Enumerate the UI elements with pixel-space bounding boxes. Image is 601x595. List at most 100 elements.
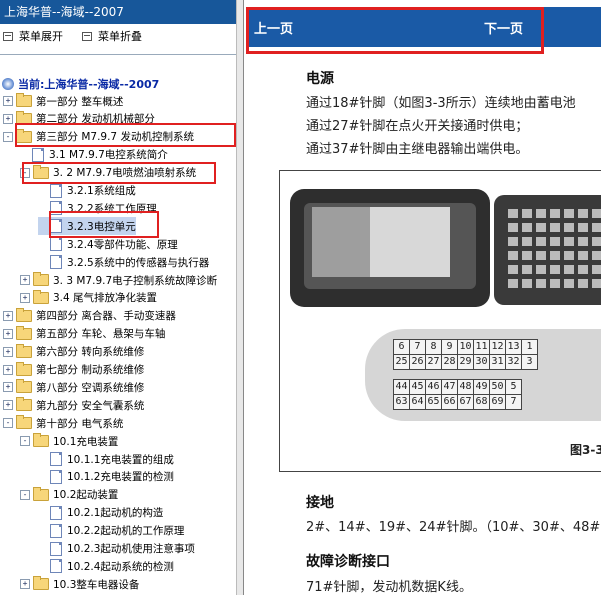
diag-line: 71#针脚，发动机数据K线。	[306, 580, 472, 595]
connector-cell	[592, 251, 601, 260]
tree-node[interactable]: 3.2.5系统中的传感器与执行器	[38, 253, 209, 271]
connector-cell	[564, 223, 574, 232]
connector-cell	[564, 237, 574, 246]
expand-toggle-icon[interactable]: +	[3, 113, 13, 124]
collapse-toggle-icon[interactable]: -	[3, 418, 13, 429]
page-icon	[50, 541, 62, 556]
tree-node[interactable]: + 第八部分 空调系统维修	[3, 378, 144, 396]
pane-splitter[interactable]	[236, 0, 244, 595]
tree-node-label: 3.4 尾气排放净化装置	[53, 292, 158, 305]
tree-node-label: 10.2.1起动机的构造	[67, 507, 164, 520]
connector-cell	[550, 223, 560, 232]
pin-label: 1	[521, 339, 538, 355]
tree-node-label: 10.3整车电器设备	[53, 578, 140, 591]
pin-label: 29	[457, 354, 474, 370]
ground-line: 2#、14#、19#、24#针脚。（10#、30#、48#为	[306, 520, 601, 535]
page-icon	[50, 452, 62, 466]
pin-label: 13	[505, 339, 522, 355]
expand-toggle-icon[interactable]: +	[20, 292, 30, 303]
page-icon	[50, 505, 62, 520]
collapse-toggle-icon[interactable]: -	[20, 436, 30, 447]
connector-cell	[508, 223, 518, 232]
tree-node[interactable]: +3.4 尾气排放净化装置	[20, 289, 157, 307]
pin-label: 6	[393, 339, 410, 355]
tree-node[interactable]: 10.2.3起动机使用注意事项	[38, 540, 195, 558]
tree-node[interactable]: + 第四部分 离合器、手动变速器	[3, 307, 176, 325]
tree-node[interactable]: + 第九部分 安全气囊系统	[3, 396, 144, 414]
tree-node[interactable]: 10.2.1起动机的构造	[38, 504, 163, 522]
pin-label: 48	[457, 379, 474, 395]
connector-cell	[592, 279, 601, 288]
tree-node-label: 第六部分 转向系统维修	[36, 346, 145, 359]
pin-label: 7	[409, 339, 426, 355]
expand-toggle-icon[interactable]: +	[3, 310, 13, 321]
pin-label: 64	[409, 394, 426, 410]
pin-label: 26	[409, 354, 426, 370]
connector-cell	[522, 265, 532, 274]
collapse-toggle-icon[interactable]: -	[20, 489, 30, 500]
pin-row-3: 44 45 46 47 48 49 50 5	[393, 379, 522, 395]
connector-cell	[564, 209, 574, 218]
tree-node[interactable]: 3.2.1系统组成	[38, 182, 136, 200]
page-icon	[32, 147, 44, 162]
pin-label: 3	[521, 354, 538, 370]
tree-node-label: 3. 3 M7.9.7电子控制系统故障诊断	[53, 274, 218, 287]
tree-node[interactable]: + 第六部分 转向系统维修	[3, 343, 144, 361]
folder-icon	[16, 415, 32, 430]
tree-node[interactable]: 10.1.1充电装置的组成	[38, 450, 174, 468]
folder-icon	[33, 576, 49, 591]
pin-label: 7	[505, 394, 522, 410]
tree-node[interactable]: - 10.1充电装置	[20, 432, 118, 450]
expand-toggle-icon[interactable]: +	[3, 364, 13, 375]
connector-cell	[536, 251, 546, 260]
pin-label: 67	[457, 394, 474, 410]
connector-cell	[536, 279, 546, 288]
connector-cell	[592, 223, 601, 232]
connector-insert	[312, 207, 372, 277]
expand-toggle-icon[interactable]: +	[3, 328, 13, 339]
expand-icon	[3, 31, 13, 41]
tree-node-label: 3.2.1系统组成	[67, 185, 136, 197]
content-pane: 上一页 下一页 电源 通过18#针脚（如图3-3所示）连续地由蓄电池 通过27#…	[244, 0, 601, 595]
page-icon	[50, 469, 62, 484]
tree-node[interactable]: + 第一部分 整车概述	[3, 92, 123, 110]
tree-node[interactable]: 10.1.2充电装置的检测	[38, 468, 174, 486]
connector-cell	[522, 209, 532, 218]
expand-all-button[interactable]: 菜单展开	[3, 28, 63, 44]
pin-label: 10	[457, 339, 474, 355]
pin-label: 68	[473, 394, 490, 410]
tree-node[interactable]: +10.3整车电器设备	[20, 575, 139, 593]
tree-node-label: 第九部分 安全气囊系统	[36, 399, 145, 412]
expand-toggle-icon[interactable]: +	[3, 346, 13, 357]
tree-node[interactable]: +3. 3 M7.9.7电子控制系统故障诊断	[20, 271, 217, 289]
pin-label: 28	[441, 354, 458, 370]
pin-label: 65	[425, 394, 442, 410]
pin-row-4: 63 64 65 66 67 68 69 7	[393, 394, 522, 410]
expand-toggle-icon[interactable]: +	[20, 579, 30, 590]
expand-toggle-icon[interactable]: +	[3, 96, 13, 106]
current-location-label: 当前:上海华普--海域--2007	[18, 78, 160, 91]
tree-node[interactable]: 10.2.4起动系统的检测	[38, 557, 174, 575]
tree-node-label: 3.2.5系统中的传感器与执行器	[67, 256, 210, 269]
pin-label: 30	[473, 354, 490, 370]
collapse-toggle-icon[interactable]: -	[3, 131, 13, 142]
tree-node[interactable]: - 10.2起动装置	[20, 486, 118, 504]
tree-node[interactable]: 3.1 M7.9.7电控系统简介	[20, 146, 168, 164]
left-navigation-pane: 上海华普--海域--2007 菜单展开 菜单折叠 当前:上海华普--海域--20…	[0, 0, 236, 595]
tree-node-label: 第十部分 电气系统	[36, 417, 124, 430]
expand-toggle-icon[interactable]: +	[20, 275, 30, 285]
pin-label: 49	[473, 379, 490, 395]
annotation-box	[49, 211, 159, 238]
expand-toggle-icon[interactable]: +	[3, 382, 13, 393]
connector-cell	[592, 237, 601, 246]
collapse-all-button[interactable]: 菜单折叠	[82, 28, 142, 44]
expand-toggle-icon[interactable]: +	[3, 400, 13, 411]
tree-node[interactable]: + 第五部分 车轮、悬架与车轴	[3, 325, 165, 343]
folder-icon	[33, 433, 49, 448]
connector-cell	[578, 251, 588, 260]
tree-node[interactable]: 10.2.2起动机的工作原理	[38, 522, 184, 540]
tree-node-label: 10.2.3起动机使用注意事项	[67, 543, 195, 555]
tree-node-label: 第一部分 整车概述	[36, 95, 124, 108]
tree-node[interactable]: - 第十部分 电气系统	[3, 414, 123, 432]
tree-node[interactable]: + 第七部分 制动系统维修	[3, 361, 144, 379]
